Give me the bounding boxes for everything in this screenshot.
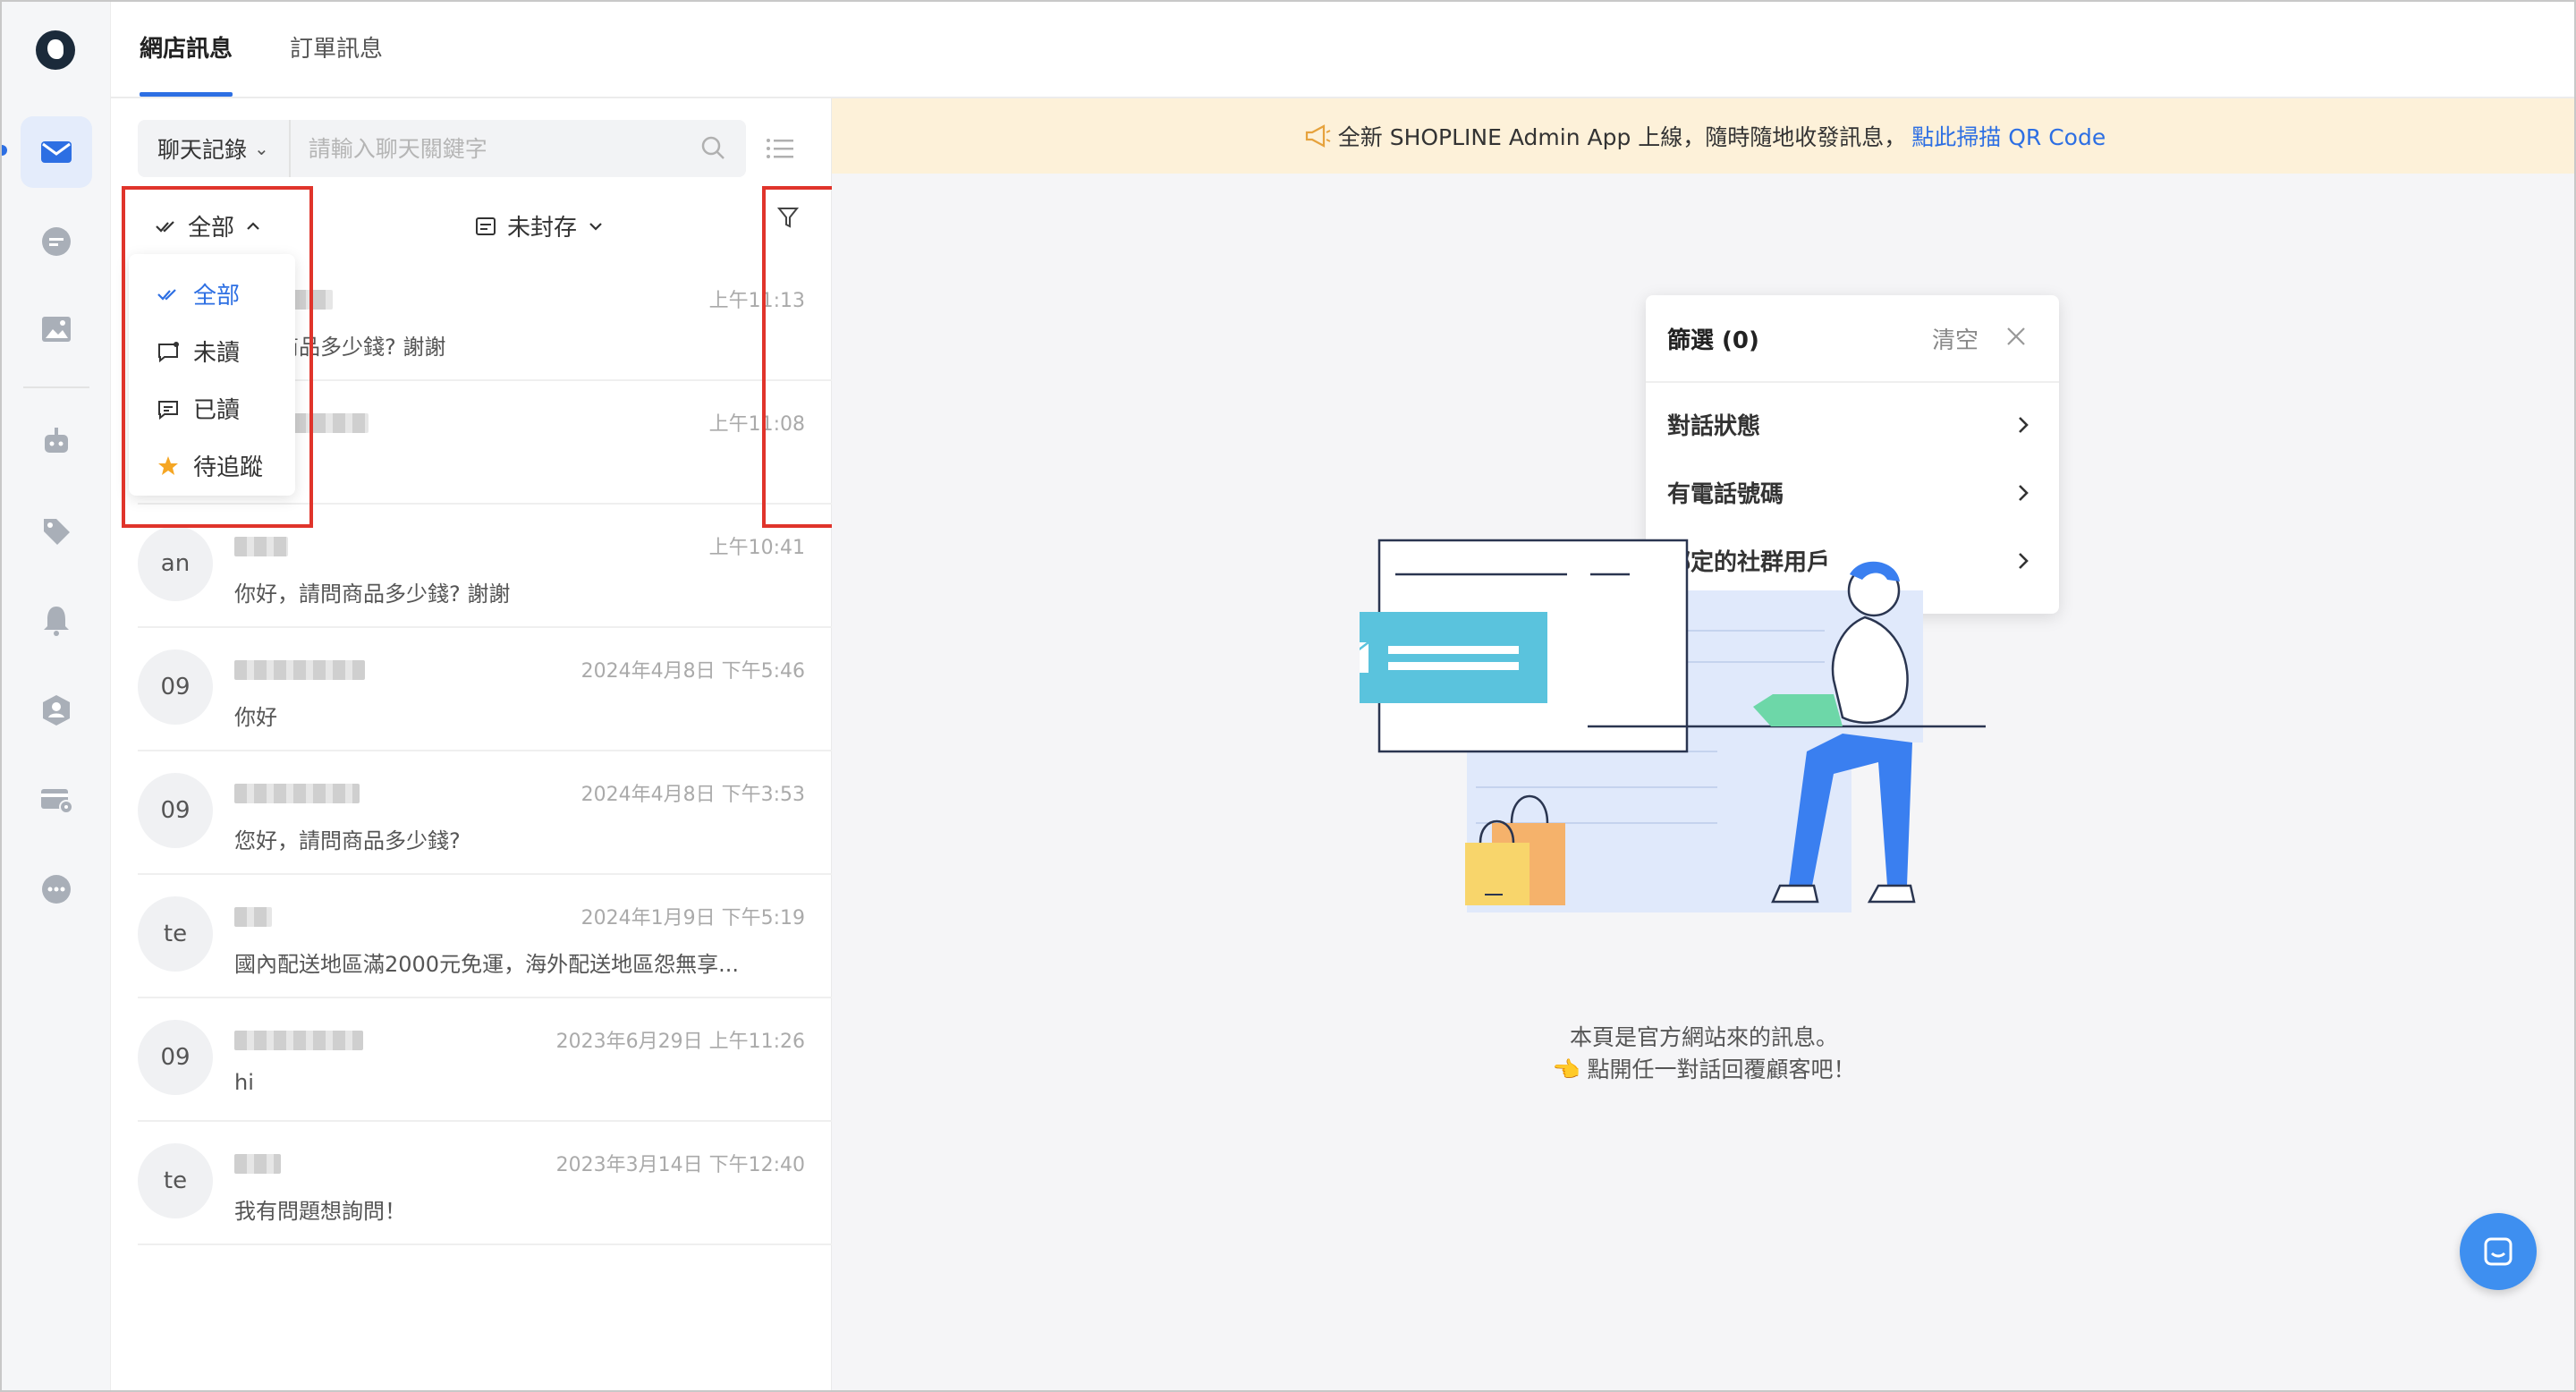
conversation-row[interactable]: 09 2024年4月8日 下午5:46 你好 <box>138 628 832 751</box>
conversation-row[interactable]: 09 2024年4月8日 下午3:53 您好，請問商品多少錢? <box>138 751 832 875</box>
blurred-customer-name <box>234 907 272 927</box>
robot-icon <box>45 428 68 453</box>
active-indicator-dot <box>2 145 7 156</box>
search-mode-label: 聊天記錄 <box>157 137 248 163</box>
message-type-tabs: 網店訊息 訂單訊息 <box>111 2 2574 98</box>
conversation-row[interactable]: 09 2023年6月29日 上午11:26 hi <box>138 998 832 1122</box>
conversation-preview: 你好 <box>234 705 277 730</box>
empty-state-line-2: 👈 點開任一對話回覆顧客吧！ <box>1552 1057 1856 1082</box>
filter-row-label: 有電話號碼 <box>1667 481 1784 508</box>
conversation-time: 上午10:41 <box>708 537 805 559</box>
avatar: te <box>138 896 213 972</box>
conversation-row[interactable]: te 2023年3月14日 下午12:40 我有問題想詢問！ <box>138 1122 832 1245</box>
app-announcement-banner: 全新 SHOPLINE Admin App 上線，隨時隨地收發訊息， 點此掃描 … <box>832 98 2574 174</box>
chat-nav-button[interactable] <box>21 206 92 277</box>
conversation-time: 2024年1月9日 下午5:19 <box>580 907 805 929</box>
blurred-customer-name <box>234 1154 281 1174</box>
conversation-preview: 我有問題想詢問！ <box>234 1199 406 1224</box>
archive-filter-dropdown[interactable]: 未封存 <box>473 209 606 242</box>
avatar: 09 <box>138 649 213 725</box>
orders-nav-button[interactable] <box>21 764 92 836</box>
conversation-time: 2024年4月8日 下午3:53 <box>580 784 805 806</box>
rail-divider <box>23 386 89 388</box>
media-nav-button[interactable] <box>21 293 92 365</box>
bot-nav-button[interactable] <box>21 406 92 478</box>
empty-state-illustration <box>1360 539 1986 912</box>
list-view-icon[interactable] <box>764 132 796 165</box>
more-nav-button[interactable] <box>21 853 92 925</box>
filter-row-conversation-status[interactable]: 對話狀態 <box>1667 408 2034 444</box>
more-dots-icon <box>42 875 71 904</box>
blurred-customer-name <box>234 1031 363 1050</box>
conversation-detail-pane: 全新 SHOPLINE Admin App 上線，隨時隨地收發訊息， 點此掃描 … <box>832 98 2574 1390</box>
conversation-time: 2024年4月8日 下午5:46 <box>580 660 805 683</box>
image-icon <box>42 317 71 342</box>
chat-support-icon <box>2484 1237 2512 1266</box>
highlight-box-read-filter <box>122 186 313 528</box>
chevron-down-icon: ⌄ <box>254 138 269 159</box>
banner-qr-link[interactable]: 點此掃描 QR Code <box>1911 120 2106 152</box>
app-window: 網店訊息 訂單訊息 聊天記錄 ⌄ 全部 未封存 <box>0 0 2576 1392</box>
blurred-customer-name <box>234 660 365 680</box>
filter-popup-title: 篩選 (0) <box>1667 327 1759 354</box>
clear-filters-button[interactable]: 清空 <box>1932 322 1979 355</box>
avatar: 09 <box>138 1020 213 1095</box>
chevron-down-icon <box>589 222 602 231</box>
conversation-time: 2023年3月14日 下午12:40 <box>555 1154 805 1176</box>
search-mode-dropdown[interactable]: 聊天記錄 ⌄ <box>138 120 291 177</box>
blurred-customer-name <box>234 784 360 803</box>
megaphone-icon <box>1305 124 1331 148</box>
conversation-time: 2023年6月29日 上午11:26 <box>555 1031 805 1053</box>
avatar: te <box>138 1143 213 1218</box>
filter-popup-header: 篩選 (0) 清空 <box>1646 295 2059 383</box>
tags-nav-button[interactable] <box>21 496 92 567</box>
tag-icon <box>44 519 70 545</box>
banner-text: 全新 SHOPLINE Admin App 上線，隨時隨地收發訊息， <box>1337 124 1907 150</box>
filter-row-label: 對話狀態 <box>1667 413 1761 440</box>
mail-icon <box>41 141 72 163</box>
archive-box-icon <box>476 216 496 235</box>
blurred-customer-name <box>234 537 288 556</box>
shopline-logo[interactable] <box>36 30 75 70</box>
conversation-preview: 你好，請問商品多少錢? 謝謝 <box>234 581 511 607</box>
close-icon[interactable] <box>2004 324 2029 349</box>
messages-nav-button[interactable] <box>21 116 92 188</box>
archive-filter-label: 未封存 <box>507 215 578 242</box>
tab-shop-messages[interactable]: 網店訊息 <box>140 30 233 97</box>
chevron-right-icon <box>2019 553 2029 569</box>
search-icon[interactable] <box>696 131 732 166</box>
notifications-nav-button[interactable] <box>21 585 92 657</box>
chevron-right-icon <box>2019 485 2029 501</box>
conversation-preview: 您好，請問商品多少錢? <box>234 828 461 853</box>
conversation-row[interactable]: te 2024年1月9日 下午5:19 國內配送地區滿2000元免運，海外配送地… <box>138 875 832 998</box>
empty-state-line-1: 本頁是官方網站來的訊息。 <box>1569 1024 1838 1050</box>
user-hexagon-icon <box>43 695 70 726</box>
icon-rail <box>2 2 111 1390</box>
search-bar: 聊天記錄 ⌄ <box>138 120 746 177</box>
card-settings-icon <box>41 789 73 814</box>
search-input[interactable] <box>290 120 696 177</box>
bell-icon <box>44 607 69 636</box>
conversation-preview: hi <box>234 1070 254 1095</box>
customers-nav-button[interactable] <box>21 675 92 746</box>
avatar: an <box>138 526 213 601</box>
filter-row-has-phone[interactable]: 有電話號碼 <box>1667 476 2034 512</box>
tab-order-messages[interactable]: 訂單訊息 <box>290 30 383 97</box>
chat-bubble-icon <box>42 227 71 256</box>
avatar: 09 <box>138 773 213 848</box>
conversation-preview: 國內配送地區滿2000元免運，海外配送地區怨無享... <box>234 952 739 977</box>
chevron-right-icon <box>2019 417 2029 433</box>
help-chat-button[interactable] <box>2460 1213 2537 1290</box>
